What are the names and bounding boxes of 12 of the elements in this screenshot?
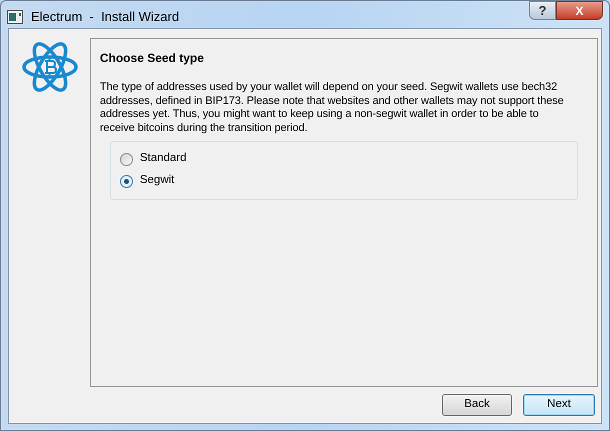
window-title: Electrum - Install Wizard xyxy=(31,8,180,26)
wizard-button[interactable]: Next xyxy=(523,394,595,416)
app-icon xyxy=(7,10,23,24)
radio-button[interactable] xyxy=(120,152,133,166)
wizard-button[interactable]: Back xyxy=(442,394,512,416)
atom-logo-icon xyxy=(22,39,78,95)
description-text: The type of addresses used by your wallet will depend on your seed. Segwit wallets use bech32 addresses, defined in BIP173. Please note that websites and other wallets may not support these addresses yet. Thus, you might want to keep using a non-segwit wallet in order to be able to receive bitcoins during the transition period. xyxy=(100,81,565,135)
radio-button[interactable] xyxy=(120,174,133,188)
page-heading: Choose Seed type xyxy=(100,50,205,67)
help-button[interactable]: ? xyxy=(529,1,556,20)
option-label: Standard xyxy=(140,151,187,166)
option-label: Segwit xyxy=(140,173,174,188)
